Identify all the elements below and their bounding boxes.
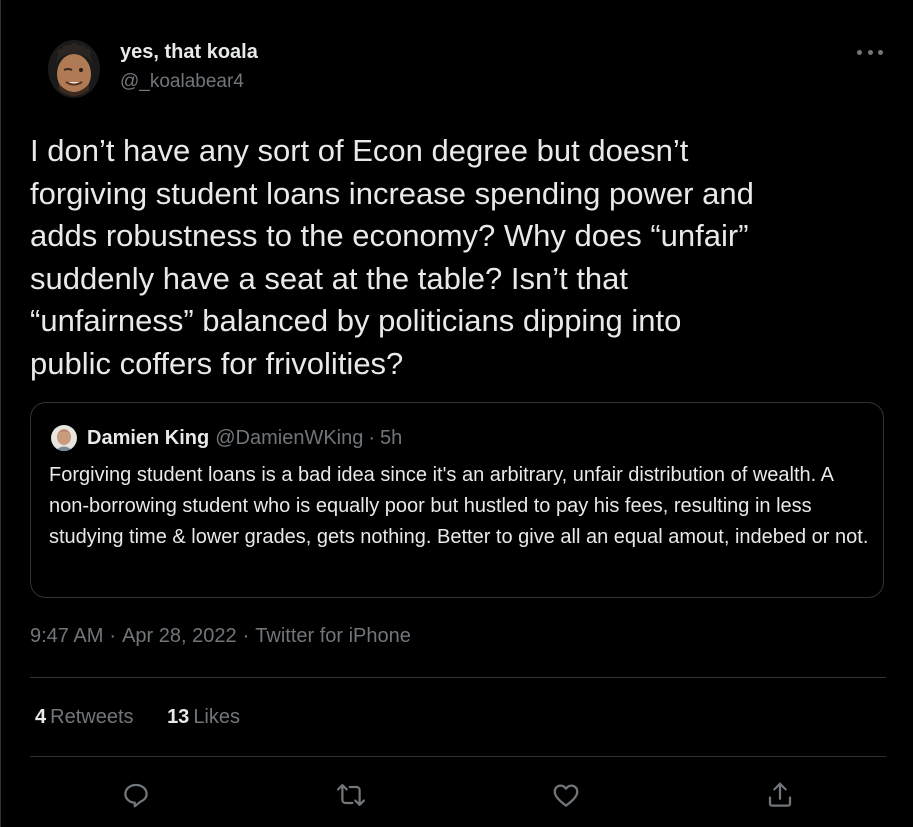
tweet-timestamp: 9:47 AM · Apr 28, 2022 · Twitter for iPhone [30,625,411,648]
quoted-tweet-header: Damien King @DamienWKing · 5h [51,425,402,451]
tweet-date[interactable]: Apr 28, 2022 [122,625,237,647]
tweet-source[interactable]: Twitter for iPhone [255,625,411,647]
more-dot [867,49,873,55]
separator-dot: · [368,426,376,449]
divider [30,756,886,757]
more-dot [878,49,883,55]
column-border [0,0,1,827]
likes-count: 13 [167,706,190,728]
separator-dot: · [109,625,117,647]
likes-label: Likes [193,706,241,728]
separator-dot: · [242,625,250,647]
more-dot [857,49,862,55]
quoted-author-avatar [51,425,77,451]
quoted-author-name: Damien King [87,426,210,449]
quoted-tweet-time: 5h [380,426,403,449]
tweet-header: yes, that koala @_koalabear4 [48,38,893,104]
more-options-icon[interactable] [857,44,883,60]
divider [30,677,886,678]
author-name[interactable]: yes, that koala [120,41,258,64]
author-avatar[interactable] [48,40,100,98]
quoted-author-handle: @DamienWKing [215,426,364,449]
likes-stat[interactable]: 13 Likes [167,706,240,729]
retweets-label: Retweets [50,706,134,728]
reply-icon[interactable] [119,778,153,812]
retweets-count: 4 [35,706,47,728]
tweet-text: I don’t have any sort of Econ degree but… [30,133,754,381]
quoted-tweet-text: Forgiving student loans is a bad idea si… [49,464,869,548]
tweet-time[interactable]: 9:47 AM [30,625,103,647]
retweets-stat[interactable]: 4 Retweets [35,706,134,729]
quoted-tweet[interactable]: Damien King @DamienWKing · 5h Forgiving … [30,402,884,598]
author-handle[interactable]: @_koalabear4 [120,71,244,93]
tweet-stats: 4 Retweets 13 Likes [35,706,268,729]
heart-icon[interactable] [549,778,583,812]
retweet-icon[interactable] [334,778,368,812]
share-icon[interactable] [763,778,797,812]
tweet-action-bar [0,770,913,820]
tweet-detail-page: yes, that koala @_koalabear4 I don’t hav… [0,0,913,827]
